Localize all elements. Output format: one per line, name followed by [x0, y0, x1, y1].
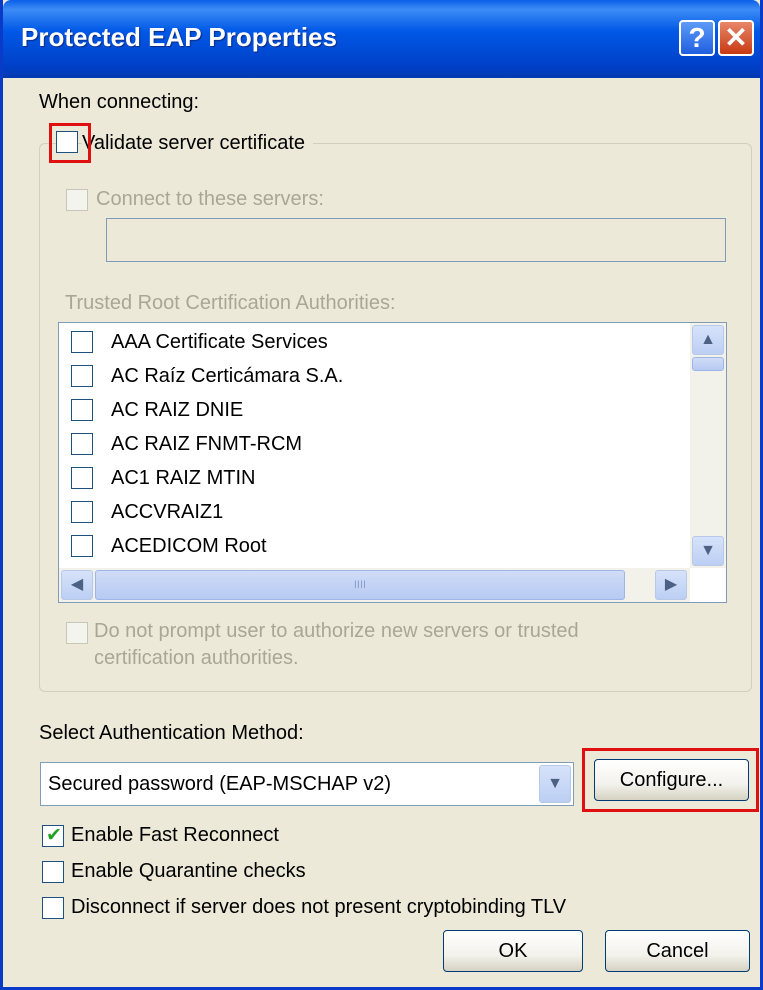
certificate-name: AC1 RAIZ MTIN: [111, 467, 256, 489]
vertical-scroll-thumb[interactable]: [692, 357, 724, 371]
cryptobinding-checkbox[interactable]: [42, 897, 64, 919]
close-button[interactable]: ✕: [718, 20, 754, 56]
certificate-name: ACEDICOM Root: [111, 535, 267, 557]
help-button[interactable]: ?: [679, 20, 715, 56]
certificate-name: AC RAIZ FNMT-RCM: [111, 433, 303, 455]
cancel-button[interactable]: Cancel: [605, 930, 750, 972]
certificate-name: AC RAIZ DNIE: [111, 399, 244, 421]
vertical-scrollbar[interactable]: ▲ ▼: [690, 323, 726, 568]
certificate-checkbox[interactable]: [71, 535, 93, 557]
auth-method-value: Secured password (EAP-MSCHAP v2): [48, 773, 392, 795]
dialog-title: Protected EAP Properties: [21, 22, 337, 52]
fast-reconnect-label: Enable Fast Reconnect: [71, 824, 279, 846]
trusted-root-label: Trusted Root Certification Authorities:: [65, 292, 396, 314]
no-prompt-checkbox[interactable]: [66, 622, 88, 644]
certificate-list[interactable]: AAA Certificate Services AC Raíz Certicá…: [58, 322, 727, 603]
certificate-checkbox[interactable]: [71, 501, 93, 523]
horizontal-scroll-thumb[interactable]: IIII: [95, 570, 625, 600]
certificate-name: AAA Certificate Services: [111, 331, 328, 353]
scroll-left-icon[interactable]: ◀: [61, 570, 93, 600]
no-prompt-label-line1: Do not prompt user to authorize new serv…: [94, 620, 579, 642]
scroll-down-icon[interactable]: ▼: [692, 536, 724, 566]
checkbox-highlight-box: [49, 123, 91, 163]
fast-reconnect-checkbox[interactable]: [42, 824, 64, 847]
dialog-window: Protected EAP Properties ? ✕ When connec…: [0, 0, 763, 990]
quarantine-checks-label: Enable Quarantine checks: [71, 860, 306, 882]
cryptobinding-label: Disconnect if server does not present cr…: [71, 896, 567, 918]
scroll-right-icon[interactable]: ▶: [655, 570, 687, 600]
no-prompt-label-line2: certification authorities.: [94, 647, 299, 669]
when-connecting-label: When connecting:: [39, 91, 200, 113]
chevron-down-icon[interactable]: ▼: [539, 765, 571, 803]
certificate-checkbox[interactable]: [71, 399, 93, 421]
certificate-checkbox[interactable]: [71, 433, 93, 455]
certificate-checkbox[interactable]: [71, 331, 93, 353]
certificate-name: ACCVRAIZ1: [111, 501, 224, 523]
scroll-up-icon[interactable]: ▲: [692, 325, 724, 355]
certificate-checkbox[interactable]: [71, 365, 93, 387]
title-bar[interactable]: Protected EAP Properties ? ✕: [3, 0, 760, 78]
quarantine-checks-checkbox[interactable]: [42, 861, 64, 883]
validate-server-cert-label: Validate server certificate: [82, 132, 314, 155]
certificate-name: AC Raíz Certicámara S.A.: [111, 365, 344, 387]
configure-highlight-box: [582, 748, 759, 812]
servers-input[interactable]: [106, 218, 726, 262]
certificate-checkbox[interactable]: [71, 467, 93, 489]
connect-servers-label: Connect to these servers:: [96, 188, 324, 210]
auth-method-label: Select Authentication Method:: [39, 722, 304, 744]
connect-servers-checkbox[interactable]: [66, 189, 88, 211]
ok-button[interactable]: OK: [443, 930, 583, 972]
auth-method-select[interactable]: Secured password (EAP-MSCHAP v2) ▼: [40, 762, 574, 806]
horizontal-scrollbar[interactable]: ◀ IIII ▶: [59, 568, 690, 602]
